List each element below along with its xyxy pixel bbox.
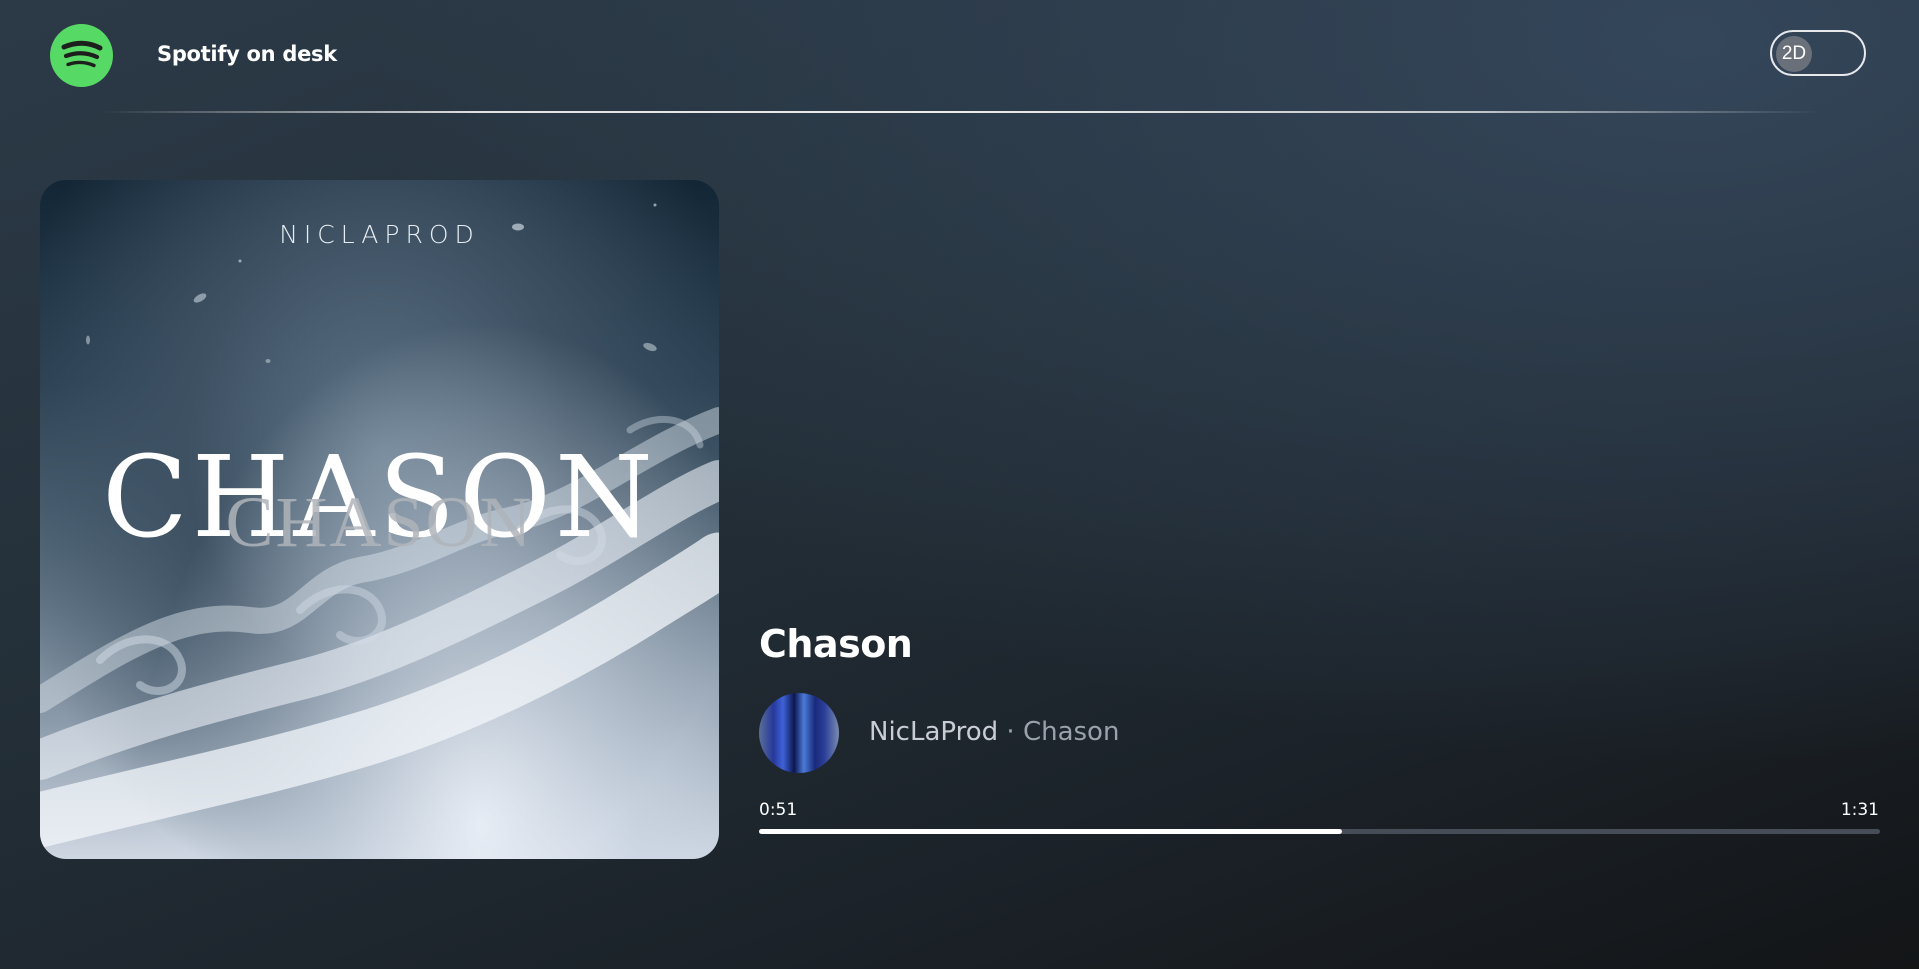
mode-toggle-label: 2D [1776,36,1812,72]
artist-album-separator: · [998,717,1023,747]
cover-artist-text: NICLAPROD [279,220,480,249]
time-total: 1:31 [1840,800,1879,820]
mode-toggle[interactable]: 2D [1770,30,1866,76]
artist-avatar[interactable] [759,693,839,773]
album-name[interactable]: Chason [1023,717,1120,747]
artist-line: NicLaProd · Chason [869,717,1119,747]
track-title: Chason [759,622,913,666]
spotify-logo-icon [50,24,113,87]
artist-name[interactable]: NicLaProd [869,717,998,747]
app-title: Spotify on desk [157,42,337,66]
progress-fill [759,829,1342,834]
progress-bar[interactable] [759,829,1880,834]
cover-title-ghost-text: CHASON [225,482,534,562]
time-elapsed: 0:51 [759,800,798,820]
album-art: NICLAPROD CHASON CHASON [40,180,719,859]
header-divider [100,111,1820,113]
